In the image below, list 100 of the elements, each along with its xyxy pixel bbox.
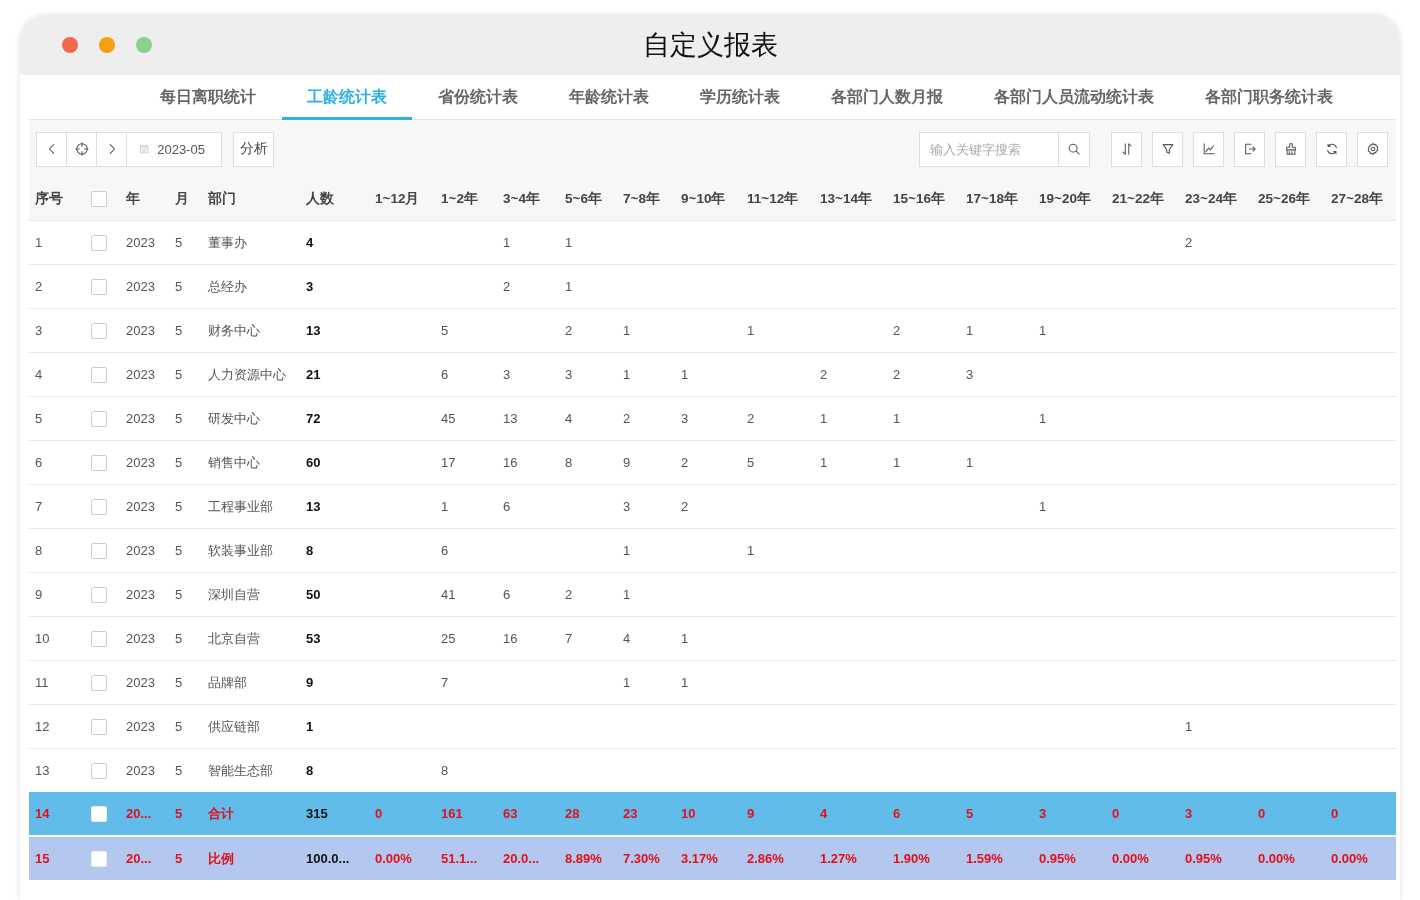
minimize-dot[interactable]: [99, 37, 115, 53]
checkbox[interactable]: [90, 278, 107, 295]
table-cell: 1: [747, 323, 755, 338]
column-header: 19~20年: [1039, 191, 1091, 206]
table-cell: 5: [175, 806, 183, 821]
tab[interactable]: 各部门人数月报: [806, 75, 968, 120]
table-cell: 4: [35, 367, 43, 382]
checkbox[interactable]: [90, 498, 107, 515]
checkbox[interactable]: [90, 674, 107, 691]
table-cell: 1: [966, 455, 974, 470]
table-cell: 3: [966, 367, 974, 382]
search-icon: [1067, 142, 1081, 156]
table-cell: 1.59%: [966, 851, 1003, 866]
sort-button[interactable]: [1111, 131, 1142, 167]
table-cell: 3: [1039, 806, 1047, 821]
column-header: 11~12年: [747, 191, 799, 206]
table-cell: 0: [375, 806, 383, 821]
table-cell: 9: [623, 455, 631, 470]
close-dot[interactable]: [62, 37, 78, 53]
table-cell: 1: [681, 367, 689, 382]
table-cell: 董事办: [208, 234, 247, 250]
table-cell: 1: [1039, 499, 1047, 514]
checkbox[interactable]: [90, 234, 107, 251]
table-cell: 72: [306, 411, 321, 426]
settings-button[interactable]: [1357, 131, 1388, 167]
table-cell: 5: [175, 455, 183, 470]
table-cell: 5: [175, 719, 183, 734]
table-cell: 2023: [126, 455, 155, 470]
table-cell: 12: [35, 719, 50, 734]
table-cell: 6: [893, 806, 901, 821]
tab[interactable]: 学历统计表: [675, 75, 805, 120]
tab[interactable]: 年龄统计表: [544, 75, 674, 120]
table-cell: 23: [623, 806, 638, 821]
window-title: 自定义报表: [642, 29, 778, 62]
table-cell: 1.90%: [893, 851, 930, 866]
table-cell: 0: [1331, 806, 1339, 821]
table-cell: 总经办: [208, 278, 247, 294]
column-header: 1~2年: [441, 191, 478, 206]
table-cell: 0.95%: [1039, 851, 1076, 866]
clear-button[interactable]: [1275, 131, 1306, 167]
table-cell: 10: [681, 806, 696, 821]
table-cell: 合计: [208, 805, 234, 821]
table-cell: 比例: [208, 850, 234, 866]
column-header: 17~18年: [966, 191, 1018, 206]
refresh-button[interactable]: [1316, 131, 1347, 167]
table-cell: 13: [503, 411, 518, 426]
tab[interactable]: 各部门职务统计表: [1180, 75, 1358, 120]
checkbox[interactable]: [90, 718, 107, 735]
table-cell: 6: [441, 543, 449, 558]
table-cell: 1: [565, 235, 573, 250]
checkbox[interactable]: [90, 762, 107, 779]
table-cell: 5: [175, 763, 183, 778]
column-header: 年: [126, 191, 140, 206]
checkbox[interactable]: [90, 586, 107, 603]
chart-button[interactable]: [1193, 131, 1224, 167]
table-cell: 1: [623, 367, 631, 382]
table-cell: 1: [623, 675, 631, 690]
maximize-dot[interactable]: [136, 37, 152, 53]
analyze-button[interactable]: 分析: [233, 131, 274, 167]
table-cell: 7: [35, 499, 43, 514]
tab[interactable]: 每日离职统计: [135, 75, 281, 120]
table-cell: 2023: [126, 719, 155, 734]
filter-button[interactable]: [1152, 131, 1183, 167]
table-cell: 60: [306, 455, 321, 470]
table-cell: 2: [35, 279, 43, 294]
checkbox[interactable]: [90, 191, 107, 207]
checkbox[interactable]: [90, 322, 107, 339]
tab[interactable]: 各部门人员流动统计表: [969, 75, 1179, 120]
tab[interactable]: 省份统计表: [413, 75, 543, 120]
export-icon: [1242, 142, 1257, 156]
checkbox[interactable]: [90, 454, 107, 471]
table-cell: 1: [1039, 411, 1047, 426]
table-cell: 1: [306, 719, 314, 734]
table-cell: 3: [681, 411, 689, 426]
checkbox[interactable]: [90, 542, 107, 559]
table-cell: 100.0...: [306, 851, 350, 866]
checkbox[interactable]: [90, 366, 107, 383]
table-cell: 1: [623, 587, 631, 602]
table-cell: 0.95%: [1185, 851, 1222, 866]
search-field[interactable]: 输入关键字搜索: [919, 131, 1090, 167]
table-cell: 1: [503, 235, 511, 250]
table-cell: 1: [893, 411, 901, 426]
table-cell: 1: [35, 235, 43, 250]
column-header: 23~24年: [1185, 191, 1237, 206]
table-cell: 2: [681, 499, 689, 514]
column-header: 13~14年: [820, 191, 872, 206]
checkbox[interactable]: [90, 410, 107, 427]
column-header: 月: [175, 191, 189, 206]
export-button[interactable]: [1234, 131, 1265, 167]
table-cell: 4: [820, 806, 828, 821]
table-cell: 2023: [126, 631, 155, 646]
table-cell: 41: [441, 587, 456, 602]
table-cell: 3: [35, 323, 43, 338]
checkbox[interactable]: [90, 630, 107, 647]
table-cell: 6: [503, 499, 511, 514]
table-cell: 0.00%: [375, 851, 412, 866]
column-header: 15~16年: [893, 191, 945, 206]
table-cell: 13: [306, 499, 321, 514]
settings-icon: [1365, 142, 1380, 156]
table-cell: 5: [175, 631, 183, 646]
